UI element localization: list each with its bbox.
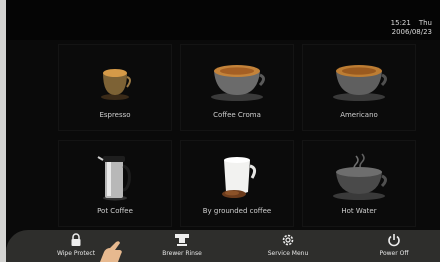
drink-label: Americano bbox=[340, 111, 378, 119]
drink-americano-button[interactable]: Americano bbox=[302, 44, 416, 131]
americano-cup-icon bbox=[303, 53, 415, 109]
drink-pot-coffee-button[interactable]: Pot Coffee bbox=[58, 140, 172, 227]
drink-label: Pot Coffee bbox=[97, 207, 133, 215]
brewer-rinse-button[interactable]: Brewer Rinse bbox=[142, 230, 222, 262]
status-header: 15:21 Thu 2006/08/23 bbox=[6, 0, 440, 40]
gear-icon bbox=[248, 233, 328, 247]
ground-coffee-cup-icon bbox=[181, 149, 293, 205]
espresso-cup-icon bbox=[59, 53, 171, 109]
hot-water-cup-icon bbox=[303, 149, 415, 205]
drink-espresso-button[interactable]: Espresso bbox=[58, 44, 172, 131]
power-icon bbox=[354, 233, 434, 247]
drink-label: Espresso bbox=[99, 111, 131, 119]
drink-ground-coffee-button[interactable]: By grounded coffee bbox=[180, 140, 294, 227]
clock-display: 15:21 Thu 2006/08/23 bbox=[383, 19, 432, 37]
service-menu-button[interactable]: Service Menu bbox=[248, 230, 328, 262]
toolbar-label: Service Menu bbox=[267, 250, 309, 257]
coffee-pot-icon bbox=[59, 149, 171, 205]
drink-label: By grounded coffee bbox=[202, 207, 272, 215]
drink-hot-water-button[interactable]: Hot Water bbox=[302, 140, 416, 227]
clock-day: Thu bbox=[418, 19, 432, 27]
coffee-cup-icon bbox=[181, 53, 293, 109]
toolbar-label: Brewer Rinse bbox=[162, 250, 202, 257]
toolbar-label: Power Off bbox=[379, 250, 409, 257]
bottom-toolbar: Wipe Protect Brewer Rinse Service Menu P… bbox=[6, 230, 440, 262]
clock-date: 2006/08/23 bbox=[391, 28, 432, 36]
coffee-machine-screen: 15:21 Thu 2006/08/23 Espresso Coffee Cro… bbox=[6, 0, 440, 262]
clock-time: 15:21 bbox=[390, 19, 411, 27]
drink-label: Hot Water bbox=[341, 207, 377, 215]
drink-label: Coffee Croma bbox=[213, 111, 261, 119]
drink-grid: Espresso Coffee Croma Americano Pot Coff… bbox=[58, 44, 438, 232]
pointing-hand-icon bbox=[100, 241, 122, 262]
power-off-button[interactable]: Power Off bbox=[354, 230, 434, 262]
drink-coffee-croma-button[interactable]: Coffee Croma bbox=[180, 44, 294, 131]
brewer-icon bbox=[142, 233, 222, 247]
